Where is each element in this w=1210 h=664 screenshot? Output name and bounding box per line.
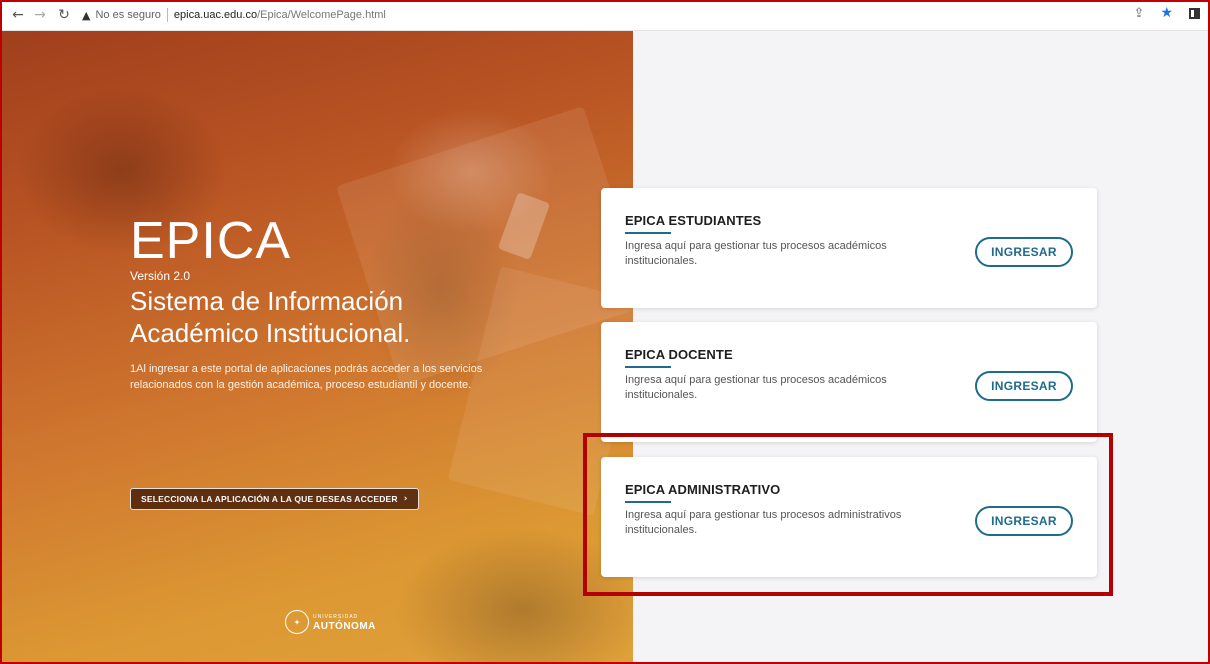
card-description: Ingresa aquí para gestionar tus procesos… (625, 240, 887, 267)
warning-icon[interactable]: ▲ (82, 9, 90, 22)
university-logo: ✦ UNIVERSIDAD AUTÓNOMA (285, 610, 376, 634)
system-name: Sistema de Información Académico Institu… (130, 285, 510, 349)
select-application-button[interactable]: SELECCIONA LA APLICACIÓN A LA QUE DESEAS… (130, 488, 419, 510)
toolbar-actions: ⇪ ★ (1134, 5, 1200, 21)
select-application-label: SELECCIONA LA APLICACIÓN A LA QUE DESEAS… (141, 494, 398, 504)
card-underline (625, 366, 671, 368)
card-underline (625, 232, 671, 234)
card-title: EPICA ADMINISTRATIVO (625, 482, 781, 497)
system-name-line2: Académico Institucional. (130, 318, 411, 348)
forward-icon[interactable]: → (30, 5, 50, 25)
card-underline (625, 501, 671, 503)
app-title: EPICA (130, 212, 292, 270)
address-separator (166, 8, 168, 22)
browser-toolbar: ← → ↻ ▲ No es seguro epica.uac.edu.co /E… (0, 0, 1210, 31)
card-description: Ingresa aquí para gestionar tus procesos… (625, 374, 887, 401)
security-label[interactable]: No es seguro (95, 9, 160, 21)
card-title: EPICA ESTUDIANTES (625, 213, 762, 228)
app-card-docente: EPICA DOCENTE Ingresa aquí para gestiona… (601, 322, 1097, 442)
system-name-line1: Sistema de Información (130, 286, 404, 316)
ingresar-estudiantes-button[interactable]: INGRESAR (975, 237, 1073, 267)
ingresar-administrativo-button[interactable]: INGRESAR (975, 506, 1073, 536)
app-card-estudiantes: EPICA ESTUDIANTES Ingresa aquí para gest… (601, 188, 1097, 308)
logo-text: UNIVERSIDAD AUTÓNOMA (313, 613, 376, 632)
address-bar[interactable]: ▲ No es seguro epica.uac.edu.co /Epica/W… (82, 4, 386, 26)
university-seal-icon: ✦ (285, 610, 309, 634)
card-title: EPICA DOCENTE (625, 347, 733, 362)
chevron-right-icon: › (403, 494, 408, 504)
version-label: Versión 2.0 (130, 269, 191, 283)
bookmark-star-icon[interactable]: ★ (1160, 5, 1173, 21)
back-icon[interactable]: ← (8, 5, 28, 25)
app-card-administrativo: EPICA ADMINISTRATIVO Ingresa aquí para g… (601, 457, 1097, 577)
ingresar-docente-button[interactable]: INGRESAR (975, 371, 1073, 401)
card-description: Ingresa aquí para gestionar tus procesos… (625, 509, 902, 536)
share-icon[interactable]: ⇪ (1134, 6, 1145, 21)
logo-big-text: AUTÓNOMA (313, 621, 376, 632)
url-host[interactable]: epica.uac.edu.co (174, 9, 257, 21)
hero-description: 1Al ingresar a este portal de aplicacion… (130, 363, 483, 391)
reload-icon[interactable]: ↻ (54, 5, 74, 25)
side-panel-icon[interactable] (1189, 7, 1200, 19)
url-path[interactable]: /Epica/WelcomePage.html (257, 9, 386, 21)
hero-text: EPICA Versión 2.0 Sistema de Información… (130, 215, 510, 393)
